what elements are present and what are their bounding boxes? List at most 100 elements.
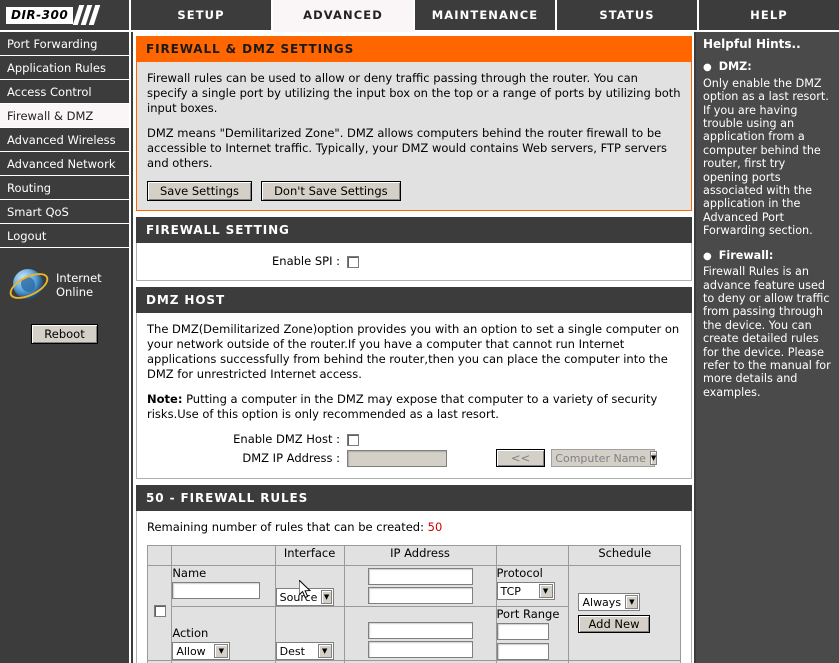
ip-start-input-2[interactable] bbox=[367, 622, 473, 639]
internet-status-line2: Online bbox=[56, 285, 94, 299]
sidebar-item-advanced-wireless[interactable]: Advanced Wireless bbox=[0, 128, 129, 152]
firewall-rules-title: 50 - FIREWALL RULES bbox=[136, 485, 692, 511]
dmz-paragraph-1: The DMZ(Demilitarized Zone)option provid… bbox=[147, 322, 680, 381]
save-settings-button[interactable]: Save Settings bbox=[147, 181, 253, 201]
col-select bbox=[146, 545, 173, 566]
brand-slashes-icon bbox=[72, 5, 101, 25]
col-interface: Interface bbox=[274, 545, 345, 566]
brand-logo: DIR-300 bbox=[0, 0, 131, 32]
port-end-input[interactable] bbox=[496, 643, 549, 660]
reboot-button[interactable]: Reboot bbox=[31, 324, 98, 344]
dmz-note: Note: Putting a computer in the DMZ may … bbox=[147, 392, 681, 422]
ip-end-input[interactable] bbox=[367, 587, 473, 604]
sidebar-item-logout[interactable]: Logout bbox=[0, 224, 129, 248]
chevron-down-icon: ▼ bbox=[649, 451, 658, 465]
interface-dest-dropdown[interactable]: Dest ▼ bbox=[275, 642, 334, 660]
action-value: Allow bbox=[176, 644, 206, 658]
settings-paragraph-2: DMZ means "Demilitarized Zone". DMZ allo… bbox=[147, 126, 668, 170]
dmz-note-text: Putting a computer in the DMZ may expose… bbox=[147, 392, 658, 421]
sidebar-item-port-forwarding[interactable]: Port Forwarding bbox=[0, 32, 129, 56]
rule-name-label: Name bbox=[172, 566, 207, 580]
tab-maintenance[interactable]: MAINTENANCE bbox=[415, 0, 557, 32]
dmz-ip-address-label: DMZ IP Address : bbox=[242, 450, 340, 465]
hint-heading-firewall: ● Firewall: bbox=[703, 248, 774, 262]
interface-source-value: Source bbox=[279, 590, 318, 604]
remaining-rules-prefix: Remaining number of rules that can be cr… bbox=[147, 520, 428, 534]
schedule-value: Always bbox=[582, 595, 622, 609]
tab-advanced[interactable]: ADVANCED bbox=[273, 0, 415, 32]
computer-name-dropdown[interactable]: Computer Name ▼ bbox=[551, 449, 658, 467]
enable-spi-checkbox[interactable] bbox=[347, 255, 359, 268]
hints-title: Helpful Hints.. bbox=[703, 37, 801, 51]
internet-status-line1: Internet bbox=[56, 271, 102, 285]
dmz-host-card: DMZ HOST The DMZ(Demilitarized Zone)opti… bbox=[136, 287, 692, 479]
rule-ip-top-cell bbox=[343, 565, 497, 607]
table-header-row: Interface IP Address Schedule bbox=[146, 545, 681, 566]
col-schedule: Schedule bbox=[568, 545, 681, 566]
firewall-rules-table: Interface IP Address Schedule Name Sourc… bbox=[146, 545, 681, 663]
rule-ip-bottom-cell bbox=[343, 606, 497, 661]
table-row: Name Source ▼ Protocol TCP ▼ Always ▼ Ad… bbox=[146, 565, 681, 661]
rule-interface-dest-cell: Dest ▼ bbox=[274, 606, 345, 661]
tab-help[interactable]: HELP bbox=[699, 0, 839, 32]
rule-select-checkbox[interactable] bbox=[153, 605, 166, 617]
sidebar-item-advanced-network[interactable]: Advanced Network bbox=[0, 152, 129, 176]
firewall-dmz-settings-title: FIREWALL & DMZ SETTINGS bbox=[136, 36, 692, 62]
schedule-dropdown[interactable]: Always ▼ bbox=[578, 593, 641, 611]
remaining-rules-text: Remaining number of rules that can be cr… bbox=[147, 520, 683, 535]
chevron-down-icon: ▼ bbox=[317, 644, 332, 658]
firewall-setting-body: Enable SPI : bbox=[136, 243, 692, 281]
dont-save-settings-button[interactable]: Don't Save Settings bbox=[261, 181, 401, 201]
rule-protocol-cell: Protocol TCP ▼ bbox=[495, 565, 570, 607]
settings-button-row: Save Settings Don't Save Settings bbox=[147, 181, 681, 201]
col-ip-address: IP Address bbox=[343, 545, 497, 566]
rule-schedule-cell: Always ▼ Add New bbox=[568, 565, 681, 661]
enable-spi-row: Enable SPI : bbox=[147, 254, 681, 269]
settings-paragraph-1: Firewall rules can be used to allow or d… bbox=[147, 71, 681, 115]
chevron-down-icon: ▼ bbox=[321, 590, 332, 604]
tab-setup[interactable]: SETUP bbox=[131, 0, 273, 32]
dmz-copy-button[interactable]: << bbox=[496, 449, 546, 467]
ip-start-input[interactable] bbox=[367, 568, 473, 585]
sidebar-item-smart-qos[interactable]: Smart QoS bbox=[0, 200, 129, 224]
bullet-icon: ● bbox=[703, 62, 712, 74]
enable-dmz-host-checkbox[interactable] bbox=[347, 433, 359, 446]
hint-heading-dmz: ● DMZ: bbox=[703, 60, 752, 74]
interface-source-dropdown[interactable]: Source ▼ bbox=[275, 588, 334, 606]
dmz-ip-address-input[interactable] bbox=[347, 449, 447, 467]
rule-port-range-cell: Port Range bbox=[495, 606, 570, 661]
chevron-down-icon: ▼ bbox=[214, 644, 229, 658]
interface-dest-value: Dest bbox=[279, 644, 305, 658]
port-range-label: Port Range bbox=[496, 607, 560, 621]
ip-end-input-2[interactable] bbox=[367, 641, 473, 658]
rule-action-label: Action bbox=[172, 626, 209, 640]
action-dropdown[interactable]: Allow ▼ bbox=[172, 642, 231, 660]
router-admin-page: DIR-300 SETUP ADVANCED MAINTENANCE STATU… bbox=[0, 0, 839, 663]
internet-status-text: Internet Online bbox=[56, 271, 102, 299]
sidebar: Port Forwarding Application Rules Access… bbox=[0, 32, 131, 663]
enable-dmz-host-label: Enable DMZ Host : bbox=[233, 432, 340, 446]
add-new-button[interactable]: Add New bbox=[578, 615, 650, 633]
sidebar-item-application-rules[interactable]: Application Rules bbox=[0, 56, 129, 80]
rule-name-input[interactable] bbox=[172, 582, 261, 599]
protocol-dropdown[interactable]: TCP ▼ bbox=[496, 582, 555, 600]
enable-spi-label: Enable SPI : bbox=[272, 254, 340, 268]
sidebar-item-routing[interactable]: Routing bbox=[0, 176, 129, 200]
col-name bbox=[171, 545, 276, 566]
port-start-input[interactable] bbox=[496, 623, 549, 640]
sidebar-item-firewall-dmz[interactable]: Firewall & DMZ bbox=[0, 104, 129, 128]
main-nav-tabs: SETUP ADVANCED MAINTENANCE STATUS HELP bbox=[131, 0, 839, 32]
computer-name-value: Computer Name bbox=[555, 451, 646, 465]
rule-name-cell: Name bbox=[171, 565, 276, 607]
col-protocol bbox=[495, 545, 570, 566]
chevron-down-icon: ▼ bbox=[625, 595, 639, 609]
dmz-note-label: Note: bbox=[147, 392, 183, 406]
protocol-value: TCP bbox=[500, 584, 521, 598]
firewall-dmz-settings-card: FIREWALL & DMZ SETTINGS Firewall rules c… bbox=[136, 36, 692, 211]
dmz-ip-address-row: DMZ IP Address : << Computer Name ▼ bbox=[147, 449, 681, 467]
bullet-icon: ● bbox=[703, 250, 712, 262]
sidebar-item-access-control[interactable]: Access Control bbox=[0, 80, 129, 104]
main-content: FIREWALL & DMZ SETTINGS Firewall rules c… bbox=[133, 32, 694, 663]
tab-status[interactable]: STATUS bbox=[557, 0, 699, 32]
protocol-label: Protocol bbox=[496, 566, 543, 580]
